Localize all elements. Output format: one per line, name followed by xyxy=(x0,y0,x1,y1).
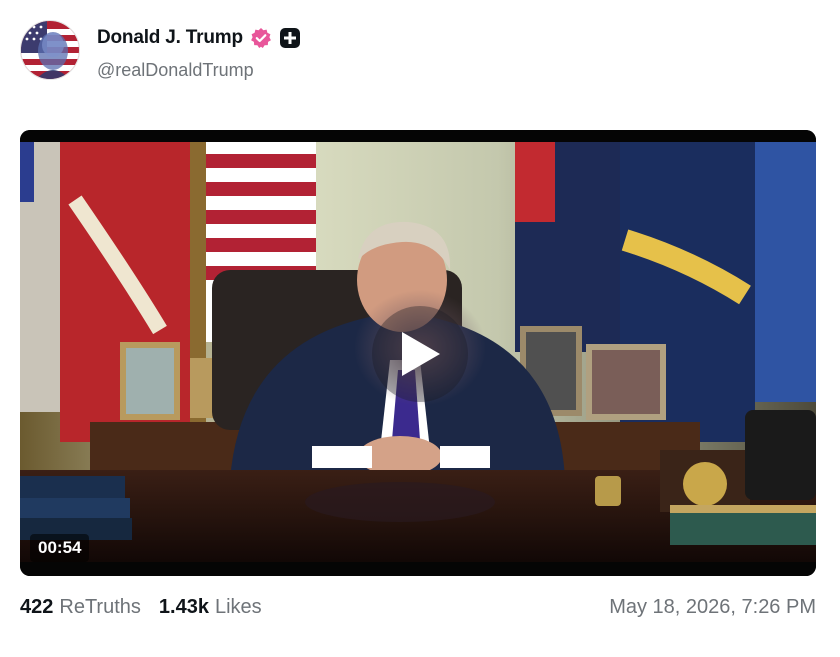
likes-label: Likes xyxy=(214,595,262,618)
author-avatar[interactable] xyxy=(20,20,80,80)
play-icon xyxy=(402,332,440,376)
play-button[interactable] xyxy=(372,306,468,402)
verified-badge-icon xyxy=(250,27,272,49)
post-timestamp[interactable]: May 18, 2026, 7:26 PM xyxy=(609,594,816,620)
plus-badge-icon xyxy=(279,27,301,49)
post-stats: 422 ReTruths 1.43k Likes xyxy=(20,594,280,620)
author-name-row: Donald J. Trump xyxy=(97,26,301,50)
post-header: Donald J. Trump @realDonaldTrump xyxy=(20,20,820,82)
retruths-count: 422 xyxy=(20,595,54,618)
author-display-name[interactable]: Donald J. Trump xyxy=(97,27,243,49)
retruths-stat[interactable]: 422 ReTruths xyxy=(20,596,141,619)
truth-post: Donald J. Trump @realDonaldTrump 00:54 4… xyxy=(0,0,840,657)
author-handle[interactable]: @realDonaldTrump xyxy=(97,60,254,81)
likes-stat[interactable]: 1.43k Likes xyxy=(159,596,262,619)
video-player[interactable]: 00:54 xyxy=(20,130,816,576)
likes-count: 1.43k xyxy=(158,595,209,618)
video-duration: 00:54 xyxy=(30,534,90,562)
flag-portrait-icon xyxy=(21,21,79,79)
retruths-label: ReTruths xyxy=(59,595,141,618)
